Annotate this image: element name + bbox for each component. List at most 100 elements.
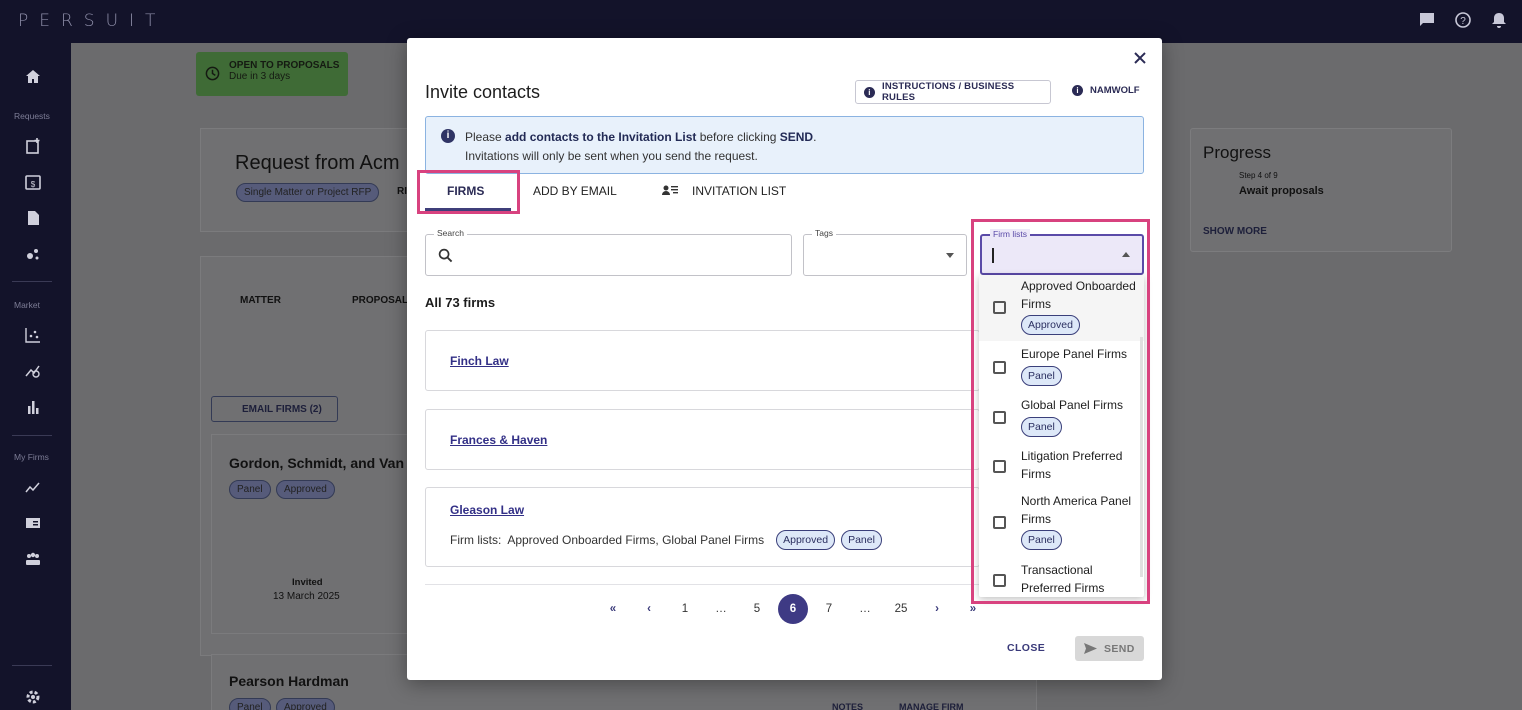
send-label: SEND <box>1104 642 1135 655</box>
firm-lists-dropdown: Approved Onboarded Firms Approved Europe… <box>979 275 1144 597</box>
page-button[interactable]: 1 <box>667 603 703 615</box>
current-page-button[interactable]: 6 <box>778 594 808 624</box>
firm-list-option[interactable]: North America Panel Firms Panel <box>979 488 1144 554</box>
tab-matter[interactable]: MATTER <box>240 295 281 306</box>
firm-list-option[interactable]: Litigation Preferred Firms <box>979 444 1144 484</box>
send-button[interactable]: SEND <box>1075 636 1144 661</box>
badge-title: OPEN TO PROPOSALS <box>229 60 340 71</box>
checkbox[interactable] <box>993 361 1006 374</box>
checkbox[interactable] <box>993 411 1006 424</box>
search-input[interactable]: Search <box>425 228 792 276</box>
namwolf-button[interactable]: i NAMWOLF <box>1072 85 1140 96</box>
panel-chip: Panel <box>229 698 271 710</box>
info-banner: i Please add contacts to the Invitation … <box>425 116 1144 174</box>
help-icon[interactable]: ? <box>1454 11 1472 29</box>
checkbox[interactable] <box>993 460 1006 473</box>
instructions-label: INSTRUCTIONS / BUSINESS RULES <box>881 81 1015 103</box>
firm-name-link[interactable]: Gleason Law <box>450 503 524 517</box>
last-page-button[interactable]: » <box>955 603 991 615</box>
page-button[interactable]: 7 <box>811 603 847 615</box>
tab-invitation-list[interactable]: INVITATION LIST <box>662 184 786 198</box>
instructions-button[interactable]: i INSTRUCTIONS / BUSINESS RULES <box>855 80 1051 104</box>
page-button[interactable]: 25 <box>883 603 919 615</box>
contact-card-icon[interactable] <box>24 514 42 532</box>
settings-gear-icon[interactable] <box>24 688 42 706</box>
page-ellipsis: … <box>859 603 871 615</box>
firm-name: Gordon, Schmidt, and Van <box>229 455 405 471</box>
panel-chip: Panel <box>1021 530 1062 550</box>
team-icon[interactable] <box>24 550 42 568</box>
firm-lists-select[interactable]: Firm lists <box>980 229 1144 275</box>
trend-stars-icon[interactable] <box>24 478 42 496</box>
tab-highlight-box <box>417 170 520 214</box>
option-label: Europe Panel Firms <box>1021 347 1128 361</box>
approved-chip: Approved <box>276 698 335 710</box>
calendar-dollar-icon[interactable]: $ <box>24 173 42 191</box>
rfp-chip-partial: RI <box>397 186 407 197</box>
namwolf-label: NAMWOLF <box>1090 85 1140 96</box>
modal-title: Invite contacts <box>425 82 541 102</box>
app-logo[interactable]: PERSUIT <box>18 11 166 31</box>
request-header-card <box>200 128 410 232</box>
tab-proposal[interactable]: PROPOSAL <box>352 295 408 306</box>
svg-text:?: ? <box>1460 16 1466 27</box>
firm-lists-meta: Firm lists: Approved Onboarded Firms, Gl… <box>450 530 882 550</box>
firm-card: Frances & Haven <box>425 409 980 470</box>
firm-list-option[interactable]: Global Panel Firms Panel <box>979 393 1144 443</box>
prev-page-button[interactable]: ‹ <box>631 603 667 615</box>
search-label: Search <box>434 228 467 238</box>
dropdown-scrollbar[interactable] <box>1140 337 1143 577</box>
sidebar-divider <box>12 665 52 666</box>
first-page-button[interactable]: « <box>595 603 631 615</box>
manage-firm-button[interactable]: MANAGE FIRM <box>899 702 964 710</box>
firm-name-link[interactable]: Finch Law <box>450 354 509 368</box>
firm-list-option[interactable]: Transactional Preferred Firms <box>979 557 1144 597</box>
top-bar: PERSUIT ? <box>0 0 1522 43</box>
tab-invitation-list-label: INVITATION LIST <box>692 184 787 198</box>
close-button[interactable]: CLOSE <box>1007 642 1045 654</box>
next-page-button[interactable]: › <box>919 603 955 615</box>
close-icon[interactable] <box>1132 50 1148 66</box>
panel-chip: Panel <box>229 480 271 499</box>
tab-add-by-email[interactable]: ADD BY EMAIL <box>533 184 617 198</box>
home-icon[interactable] <box>24 68 42 86</box>
option-label: North America Panel Firms <box>1021 494 1132 526</box>
tags-select[interactable]: Tags <box>803 228 967 276</box>
approved-chip: Approved <box>776 530 836 550</box>
show-more-button[interactable]: SHOW MORE <box>1203 226 1267 237</box>
progress-stage: Await proposals <box>1239 185 1324 197</box>
progress-title: Progress <box>1203 143 1272 162</box>
checkbox[interactable] <box>993 574 1006 587</box>
invited-date: 13 March 2025 <box>273 591 340 602</box>
firm-name-link[interactable]: Frances & Haven <box>450 433 547 447</box>
dots-network-icon[interactable] <box>24 245 42 263</box>
panel-chip: Panel <box>1021 366 1062 386</box>
new-request-icon[interactable] <box>24 137 42 155</box>
notes-button[interactable]: NOTES <box>832 702 863 710</box>
status-badge: OPEN TO PROPOSALS Due in 3 days <box>196 52 348 96</box>
firm-list-option[interactable]: Approved Onboarded Firms Approved <box>979 275 1144 341</box>
clock-icon <box>205 66 220 81</box>
top-icons: ? <box>1418 11 1508 29</box>
checkbox[interactable] <box>993 516 1006 529</box>
bell-icon[interactable] <box>1490 11 1508 29</box>
chat-icon[interactable] <box>1418 11 1436 29</box>
analytics-search-icon[interactable] <box>24 362 42 380</box>
firm-lists-label: Firm lists <box>990 229 1030 239</box>
page-button[interactable]: 5 <box>739 603 775 615</box>
scatter-chart-icon[interactable] <box>24 326 42 344</box>
document-icon[interactable] <box>24 209 42 227</box>
progress-step: Step 4 of 9 <box>1239 171 1278 180</box>
panel-chip: Panel <box>841 530 882 550</box>
text-cursor <box>992 248 994 263</box>
chevron-down-icon <box>946 253 954 258</box>
checkbox[interactable] <box>993 301 1006 314</box>
search-icon <box>438 248 453 263</box>
info-line-1: Please add contacts to the Invitation Li… <box>465 130 817 144</box>
sidebar: Requests $ Market My Firms <box>0 43 71 710</box>
firm-lists-prefix: Firm lists: <box>450 533 502 547</box>
firm-list-option[interactable]: Europe Panel Firms Panel <box>979 342 1144 392</box>
bar-chart-icon[interactable] <box>24 398 42 416</box>
email-firms-button[interactable]: EMAIL FIRMS (2) <box>211 396 338 422</box>
sidebar-section-market: Market <box>14 300 40 310</box>
